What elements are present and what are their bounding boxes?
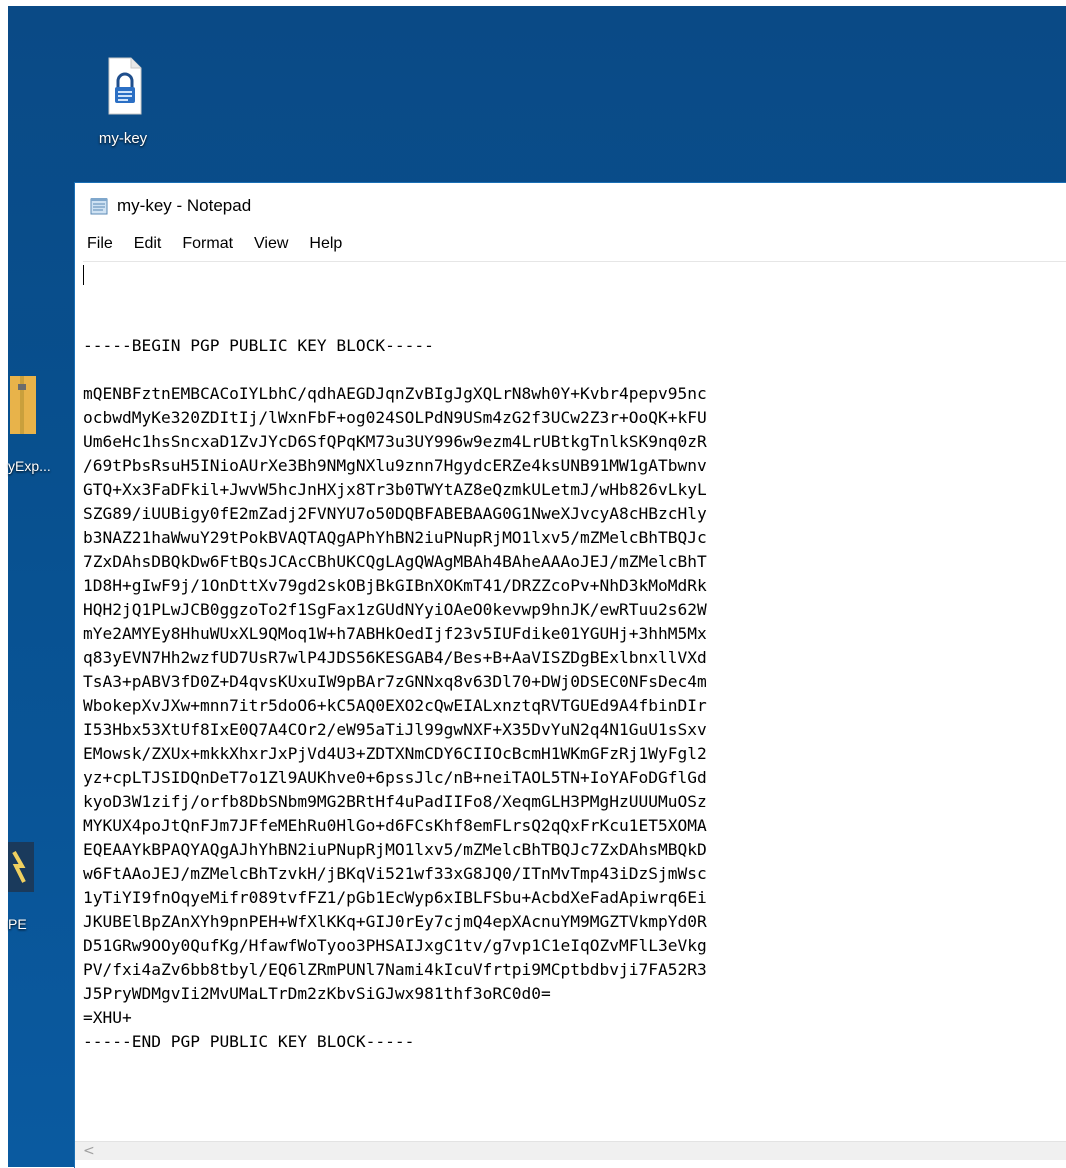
text-line: mQENBFztnEMBCACoIYLbhC/qdhAEGDJqnZvBIgJg… (83, 384, 707, 403)
text-line: -----BEGIN PGP PUBLIC KEY BLOCK----- (83, 336, 434, 355)
text-line: EMowsk/ZXUx+mkkXhxrJxPjVd4U3+ZDTXNmCDY6C… (83, 744, 707, 763)
text-line: WbokepXvJXw+mnn7itr5doO6+kC5AQ0EXO2cQwEI… (83, 696, 707, 715)
text-line: PV/fxi4aZv6bb8tbyl/EQ6lZRmPUNl7Nami4kIcu… (83, 960, 707, 979)
app-shortcut-icon[interactable] (8, 836, 36, 896)
notepad-window[interactable]: my-key - Notepad File Edit Format View H… (74, 182, 1066, 1168)
text-line: TsA3+pABV3fD0Z+D4qvsKUxuIW9pBAr7zGNNxq8v… (83, 672, 707, 691)
text-line (83, 358, 1066, 382)
text-line: I53Hbx53XtUf8IxE0Q7A4COr2/eW95aTiJl99gwN… (83, 720, 707, 739)
desktop-icon-label: PE (8, 916, 27, 932)
text-line: SZG89/iUUBigy0fE2mZadj2FVNYU7o50DQBFABEB… (83, 504, 707, 523)
text-editor[interactable]: -----BEGIN PGP PUBLIC KEY BLOCK----- mQEN… (83, 261, 1066, 1118)
key-file-icon (99, 54, 147, 118)
text-line: -----END PGP PUBLIC KEY BLOCK----- (83, 1032, 415, 1051)
text-caret (83, 265, 84, 285)
text-line: kyoD3W1zifj/orfb8DbSNbm9MG2BRtHf4uPadIIF… (83, 792, 707, 811)
desktop-icon-label: my-key (98, 130, 148, 147)
text-line: Um6eHc1hsSncxaD1ZvJYcD6SfQPqKM73u3UY996w… (83, 432, 707, 451)
text-line: yz+cpLTJSIDQnDeT7o1Zl9AUKhve0+6pssJlc/nB… (83, 768, 707, 787)
text-line: w6FtAAoJEJ/mZMelcBhTzvkH/jBKqVi521wf33xG… (83, 864, 707, 883)
text-line: EQEAAYkBPAQYAQgAJhYhBN2iuPNupRjMO1lxv5/m… (83, 840, 707, 859)
horizontal-scrollbar[interactable]: < (75, 1141, 1066, 1160)
text-line: HQH2jQ1PLwJCB0ggzoTo2f1SgFax1zGUdNYyiOAe… (83, 600, 707, 619)
text-line: J5PryWDMgvIi2MvUMaLTrDm2zKbvSiGJwx981thf… (83, 984, 551, 1003)
text-line: 1yTiYI9fnOqyeMifr089tvfFZ1/pGb1EcWyp6xIB… (83, 888, 707, 907)
scroll-left-icon[interactable]: < (83, 1143, 95, 1159)
menu-help[interactable]: Help (309, 235, 342, 253)
title-bar[interactable]: my-key - Notepad (75, 183, 1066, 229)
window-title: my-key - Notepad (117, 196, 252, 215)
desktop-icon-label: yExp... (8, 458, 51, 474)
text-line: 7ZxDAhsDBQkDw6FtBQsJCAcCBhUKCQgLAgQWAgMB… (83, 552, 707, 571)
screen-edge-left (0, 0, 8, 1167)
text-line: MYKUX4poJtQnFJm7JFfeMEhRu0HlGo+d6FCsKhf8… (83, 816, 707, 835)
folder-zip-icon[interactable] (8, 370, 36, 434)
text-line: D51GRw9OOy0QufKg/HfawfWoTyoo3PHSAIJxgC1t… (83, 936, 707, 955)
menu-edit[interactable]: Edit (134, 235, 162, 253)
text-line: b3NAZ21haWwuY29tPokBVAQTAQgAPhYhBN2iuPNu… (83, 528, 707, 547)
desktop-icon-my-key[interactable]: my-key (82, 54, 164, 147)
menu-view[interactable]: View (254, 235, 288, 253)
text-line: GTQ+Xx3FaDFkil+JwvW5hcJnHXjx8Tr3b0TWYtAZ… (83, 480, 707, 499)
menu-file[interactable]: File (87, 235, 113, 253)
menu-format[interactable]: Format (182, 235, 233, 253)
text-line: q83yEVN7Hh2wzfUD7UsR7wlP4JDS56KESGAB4/Be… (83, 648, 707, 667)
text-line: /69tPbsRsuH5INioAUrXe3Bh9NMgNXlu9znn7Hgy… (83, 456, 707, 475)
menu-bar: File Edit Format View Help (75, 229, 1066, 259)
text-line: =XHU+ (83, 1008, 132, 1027)
text-line: JKUBElBpZAnXYh9pnPEH+WfXlKKq+GIJ0rEy7cjm… (83, 912, 707, 931)
notepad-icon (89, 196, 109, 216)
text-line: mYe2AMYEy8HhuWUxXL9QMoq1W+h7ABHkOedIjf23… (83, 624, 707, 643)
text-line: ocbwdMyKe320ZDItIj/lWxnFbF+og024SOLPdN9U… (83, 408, 707, 427)
text-line: 1D8H+gIwF9j/1OnDttXv79gd2skOBjBkGIBnXOKm… (83, 576, 707, 595)
